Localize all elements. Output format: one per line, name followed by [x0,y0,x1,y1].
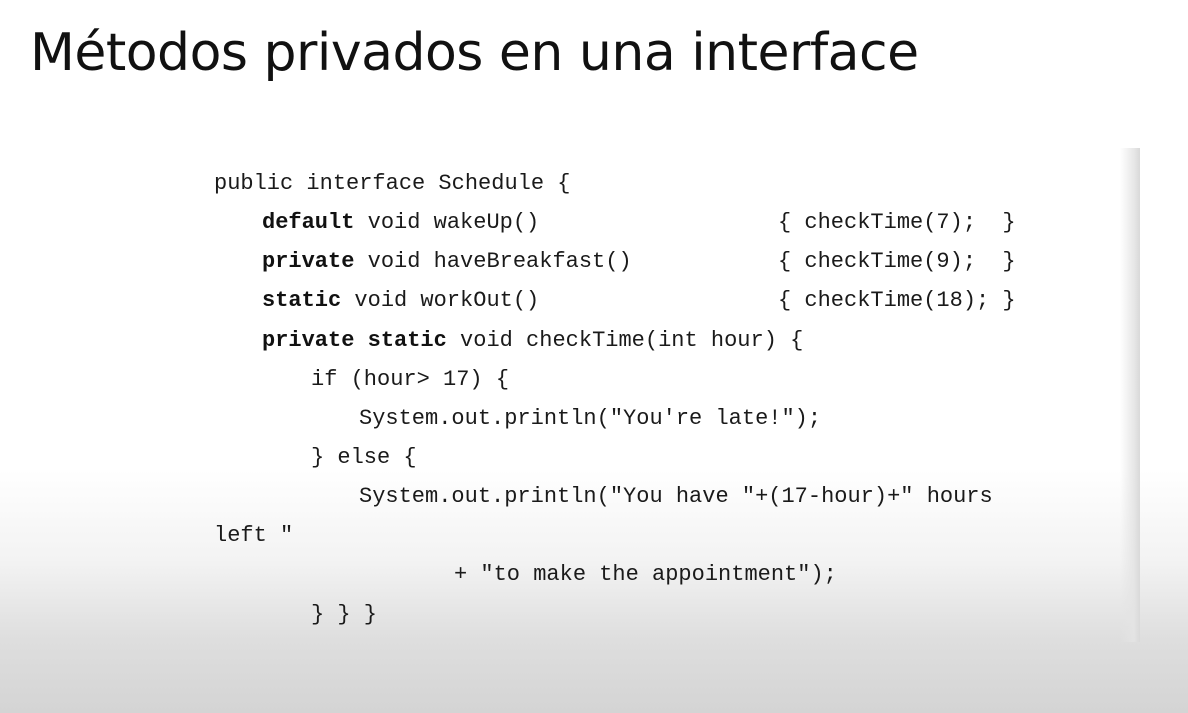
method-signature-workout: void workOut() [341,288,540,313]
code-body-workout: { checkTime(18); } [778,288,1016,313]
keyword-static: static [367,328,447,353]
code-line-2: default void wakeUp() [262,210,539,236]
code-body-wakeup: { checkTime(7); } [778,210,1016,235]
code-line-11: + "to make the appointment"); [454,562,837,587]
keyword-default: default [262,210,355,235]
code-line-7: System.out.println("You're late!"); [359,406,822,431]
keyword-private: private [262,328,355,353]
code-line-9: System.out.println("You have "+(17-hour)… [359,484,993,509]
keyword-static: static [262,288,342,313]
code-body-havebreakfast: { checkTime(9); } [778,249,1016,274]
code-line-10: left " [214,523,294,548]
code-line-5: private static void checkTime(int hour) … [262,328,803,354]
code-line-3: private void haveBreakfast() [262,249,632,275]
code-line-6: if (hour> 17) { [311,367,510,392]
method-signature-havebreakfast: void haveBreakfast() [354,249,632,274]
code-line-4: static void workOut() [262,288,539,314]
code-line-8: } else { [311,445,417,470]
keyword-private: private [262,249,355,274]
slide-edge-shadow [1120,148,1140,642]
code-line-12: } } } [311,602,378,627]
slide-title: Métodos privados en una interface [30,23,919,83]
method-signature-wakeup: void wakeUp() [354,210,540,235]
code-line-1: public interface Schedule { [214,171,571,196]
method-signature-checktime: void checkTime(int hour) { [446,328,804,353]
